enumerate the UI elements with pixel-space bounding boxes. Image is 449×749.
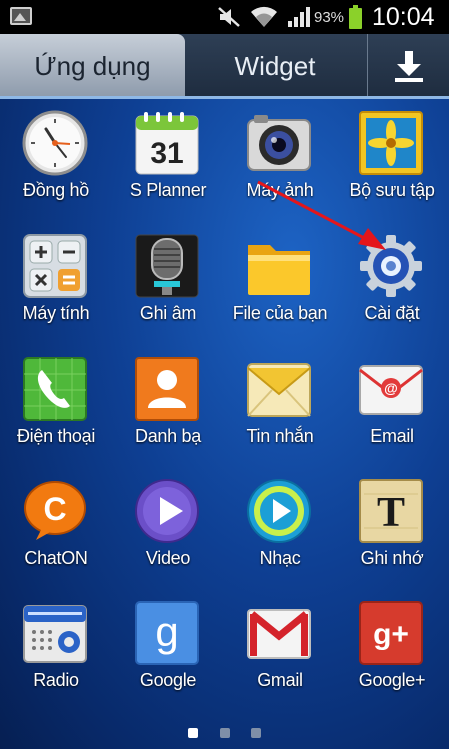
app-camera[interactable]: Máy ảnh — [224, 110, 336, 220]
gallery-icon — [359, 111, 423, 175]
app-label: Tin nhắn — [246, 426, 314, 446]
app-email[interactable]: @ Email — [336, 356, 448, 466]
clock-icon — [22, 110, 88, 176]
app-phone[interactable]: Điện thoại — [0, 356, 112, 466]
app-label: Ghi âm — [139, 303, 197, 323]
app-my-files[interactable]: File của bạn — [224, 233, 336, 343]
app-radio[interactable]: Radio — [0, 600, 112, 710]
app-s-planner[interactable]: 31 S Planner — [112, 110, 224, 220]
app-label: Đồng hồ — [23, 180, 89, 200]
microphone-icon — [135, 234, 199, 298]
tab-widget[interactable]: Widget — [185, 34, 365, 98]
clock-time: 10:04 — [372, 3, 435, 31]
app-google[interactable]: g Google — [112, 600, 224, 710]
google-plus-icon: g+ — [359, 601, 423, 665]
download-icon — [394, 51, 423, 82]
memo-icon: T — [359, 479, 423, 543]
page-indicator-current — [188, 728, 198, 738]
calculator-icon — [23, 234, 87, 298]
app-label: Ghi nhớ — [360, 548, 424, 568]
app-label: Video — [145, 548, 191, 568]
battery-icon — [349, 5, 362, 29]
radio-icon — [23, 605, 87, 663]
memo-letter: T — [377, 490, 405, 536]
folder-icon — [248, 245, 310, 295]
video-icon — [135, 479, 199, 543]
app-label: Điện thoại — [16, 426, 96, 446]
google-plus-text: g+ — [373, 618, 409, 651]
app-label: Gmail — [257, 670, 303, 690]
app-memo[interactable]: T Ghi nhớ — [336, 478, 448, 588]
page-indicator — [251, 728, 261, 738]
download-button[interactable] — [367, 34, 449, 98]
app-label: Radio — [33, 670, 79, 690]
app-chaton[interactable]: C ChatON — [0, 478, 112, 588]
app-gmail[interactable]: Gmail — [224, 600, 336, 710]
calendar-icon: 31 — [135, 112, 199, 175]
phone-icon — [23, 357, 87, 421]
app-label: Email — [370, 426, 414, 446]
google-letter: g — [155, 608, 178, 655]
app-music[interactable]: Nhạc — [224, 478, 336, 588]
app-clock[interactable]: Đồng hồ — [0, 110, 112, 220]
app-gallery[interactable]: Bộ sưu tập — [336, 110, 448, 220]
app-label: S Planner — [129, 180, 207, 200]
battery-percent: 93% — [314, 9, 345, 26]
app-voice-recorder[interactable]: Ghi âm — [112, 233, 224, 343]
app-label: Máy tính — [22, 303, 90, 323]
svg-text:@: @ — [384, 380, 398, 396]
gallery-notification-icon — [10, 7, 32, 25]
app-settings[interactable]: Cài đặt — [336, 233, 448, 343]
chaton-icon: C — [24, 481, 86, 540]
app-contacts[interactable]: Danh bạ — [112, 356, 224, 466]
app-calculator[interactable]: Máy tính — [0, 233, 112, 343]
app-label: File của bạn — [232, 303, 328, 323]
app-label: Google — [139, 670, 197, 690]
settings-gear-icon — [360, 235, 422, 297]
google-search-icon: g — [135, 601, 199, 665]
contacts-icon — [135, 357, 199, 421]
music-icon — [247, 479, 311, 543]
calendar-day-number: 31 — [150, 137, 183, 170]
mute-icon — [218, 7, 240, 27]
app-label: Nhạc — [259, 548, 301, 568]
app-label: Cài đặt — [364, 303, 420, 323]
app-label: Bộ sưu tập — [349, 180, 435, 200]
gmail-icon — [247, 609, 311, 659]
wifi-icon — [251, 6, 277, 28]
app-label: Danh bạ — [135, 426, 201, 446]
app-video[interactable]: Video — [112, 478, 224, 588]
app-google-plus[interactable]: g+ Google+ — [336, 600, 448, 710]
tab-bar: Ứng dụng Widget — [0, 34, 449, 98]
tab-apps[interactable]: Ứng dụng — [0, 34, 185, 98]
signal-icon — [288, 7, 310, 27]
app-label: Máy ảnh — [246, 180, 314, 200]
app-drawer-screen: 93% 10:04 Ứng dụng Widget Đồng hồ 31 S P… — [0, 0, 449, 749]
camera-icon — [247, 115, 311, 171]
tab-indicator-line — [0, 96, 449, 99]
app-label: Google+ — [358, 670, 426, 690]
app-messages[interactable]: Tin nhắn — [224, 356, 336, 466]
page-indicator — [220, 728, 230, 738]
app-label: ChatON — [24, 548, 88, 568]
status-bar: 93% 10:04 — [0, 0, 449, 34]
messages-icon — [247, 363, 311, 417]
email-icon: @ — [359, 365, 423, 415]
chaton-letter: C — [43, 491, 66, 527]
